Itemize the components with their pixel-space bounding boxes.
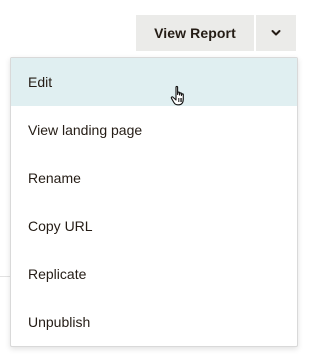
menu-item-label: Rename: [28, 170, 81, 186]
view-report-split-button: View Report: [136, 15, 296, 51]
menu-item-replicate[interactable]: Replicate: [11, 250, 297, 298]
page: View Report Edit View landing page Renam…: [0, 0, 310, 360]
menu-item-label: Unpublish: [28, 314, 91, 330]
menu-item-unpublish[interactable]: Unpublish: [11, 298, 297, 346]
menu-item-label: View landing page: [28, 122, 143, 138]
menu-item-edit[interactable]: Edit: [11, 58, 297, 106]
menu-item-label: Replicate: [28, 266, 87, 282]
menu-item-label: Edit: [28, 74, 53, 90]
menu-item-copy-url[interactable]: Copy URL: [11, 202, 297, 250]
hand-pointer-icon: [170, 85, 184, 106]
view-report-button[interactable]: View Report: [136, 15, 254, 51]
chevron-down-icon: [271, 30, 281, 36]
menu-item-view-landing-page[interactable]: View landing page: [11, 106, 297, 154]
dropdown-toggle-button[interactable]: [256, 15, 296, 51]
actions-dropdown-menu: Edit View landing page Rename Copy URL R…: [10, 57, 298, 347]
menu-item-label: Copy URL: [28, 218, 93, 234]
menu-item-rename[interactable]: Rename: [11, 154, 297, 202]
